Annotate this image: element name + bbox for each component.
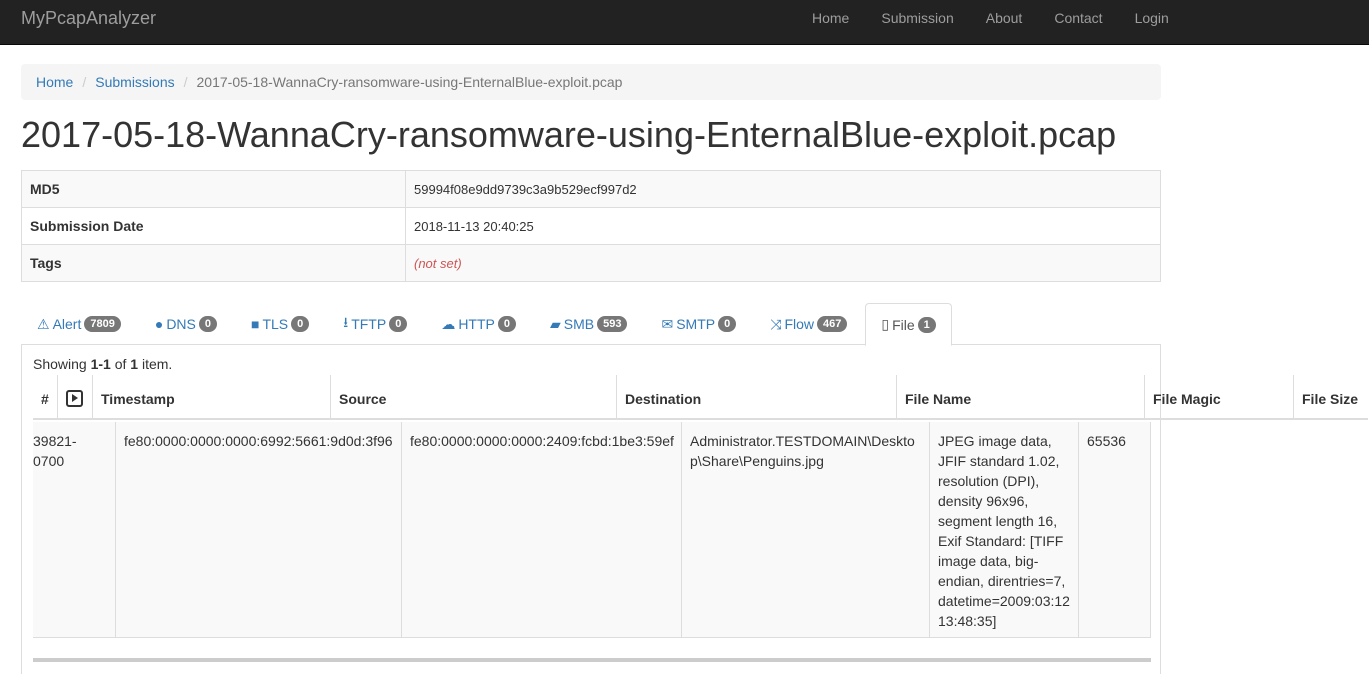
tab-label: Alert [52,316,82,332]
breadcrumb-current: 2017-05-18-WannaCry-ransomware-using-Ent… [196,74,623,90]
tab-label: SMTP [676,316,716,332]
grid-summary: Showing 1-1 of 1 item. [33,356,172,372]
tab-label: TLS [262,316,289,332]
download-icon: ⭳ [343,314,349,330]
count-badge: 0 [718,316,737,332]
navbar: MyPcapAnalyzer Home Submission About Con… [0,0,1369,45]
summary-of: of [110,356,131,372]
submission-date-value: 2018-11-13 20:40:25 [405,207,1161,245]
brand-link[interactable]: MyPcapAnalyzer [21,8,156,28]
nav-login[interactable]: Login [1119,0,1185,45]
table-row: 39821-0700 fe80:0000:0000:0000:6992:5661… [33,422,1151,638]
summary-total: 1 [130,356,139,372]
nav-home[interactable]: Home [796,0,865,45]
header-destination[interactable]: Destination [617,375,897,420]
tab-label: File [892,316,915,333]
count-badge: 1 [917,316,936,333]
header-file-name[interactable]: File Name [897,375,1145,420]
breadcrumb-separator: / [183,74,188,90]
count-badge: 467 [817,316,848,332]
breadcrumb-submissions[interactable]: Submissions [95,74,174,90]
nav-submission[interactable]: Submission [865,0,969,45]
cell-file-name: Administrator.TESTDOMAIN\Desktop\Share\P… [682,422,930,638]
tab-flow[interactable]: ⤨ Flow 467 [754,303,863,345]
nav-contact[interactable]: Contact [1038,0,1118,45]
breadcrumb-separator: / [82,74,87,90]
detail-row-tags: Tags (not set) [21,244,1161,282]
summary-suffix: item. [138,356,173,372]
warning-icon: ⚠ [37,315,50,332]
tab-label: Flow [784,316,814,332]
header-timestamp[interactable]: Timestamp [93,375,331,420]
tab-smtp[interactable]: ✉ SMTP 0 [645,303,752,345]
folder-open-icon: ▰ [550,315,561,332]
count-badge: 7809 [84,316,121,332]
breadcrumb-home[interactable]: Home [36,74,73,90]
tags-value: (not set) [405,244,1161,282]
tab-alert[interactable]: ⚠ Alert 7809 [21,303,137,345]
tab-bar: ⚠ Alert 7809 ● DNS 0 ■ TLS 0 ⭳ TFTP 0 ☁ … [21,303,1161,346]
detail-table: MD5 59994f08e9dd9739c3a9b529ecf997d2 Sub… [21,170,1161,282]
nav-about[interactable]: About [970,0,1039,45]
tab-dns[interactable]: ● DNS 0 [139,303,233,345]
tags-label: Tags [21,244,406,282]
count-badge: 0 [497,316,516,332]
count-badge: 593 [597,316,628,332]
horizontal-scrollbar[interactable] [33,658,1151,662]
file-icon: ▯ [881,316,890,332]
count-badge: 0 [389,316,408,332]
lock-icon: ■ [251,316,260,332]
envelope-icon: ✉ [661,315,674,332]
header-file-size[interactable]: File Size [1294,375,1368,420]
header-play[interactable] [58,375,93,420]
cell-source: fe80:0000:0000:0000:6992:5661:9d0d:3f96 [116,422,402,638]
cell-file-size: 65536 [1079,422,1151,638]
page-title: 2017-05-18-WannaCry-ransomware-using-Ent… [21,114,1117,155]
breadcrumb: Home / Submissions / 2017-05-18-WannaCry… [21,64,1161,100]
md5-value: 59994f08e9dd9739c3a9b529ecf997d2 [405,170,1161,208]
tab-label: HTTP [458,316,495,332]
header-number: # [33,375,58,420]
tags-not-set: (not set) [414,255,462,271]
tab-label: TFTP [351,316,387,332]
tab-label: DNS [166,316,196,332]
header-source[interactable]: Source [331,375,617,420]
detail-row-md5: MD5 59994f08e9dd9739c3a9b529ecf997d2 [21,170,1161,208]
detail-row-date: Submission Date 2018-11-13 20:40:25 [21,207,1161,245]
play-icon [66,390,83,407]
cell-timestamp: 39821-0700 [33,422,116,638]
summary-prefix: Showing [33,356,91,372]
file-grid-panel: Showing 1-1 of 1 item. # Timestamp Sourc… [21,344,1368,674]
shuffle-icon: ⤨ [770,315,782,332]
tab-smb[interactable]: ▰ SMB 593 [534,303,643,345]
submission-date-label: Submission Date [21,207,406,245]
tab-http[interactable]: ☁ HTTP 0 [425,303,532,345]
globe-icon: ● [154,316,164,332]
tab-tls[interactable]: ■ TLS 0 [235,303,325,345]
tab-label: SMB [563,316,595,332]
nav-menu: Home Submission About Contact Login [796,0,1185,45]
md5-label: MD5 [21,170,406,208]
grid-header: # Timestamp Source Destination File Name… [33,375,1368,420]
count-badge: 0 [198,316,217,332]
cell-file-magic: JPEG image data, JFIF standard 1.02, res… [930,422,1079,638]
cloud-download-icon: ☁ [441,315,456,332]
summary-range: 1-1 [90,356,111,372]
tab-file[interactable]: ▯ File 1 [865,303,952,346]
cell-destination: fe80:0000:0000:0000:2409:fcbd:1be3:59ef [402,422,682,638]
count-badge: 0 [291,316,310,332]
tab-tftp[interactable]: ⭳ TFTP 0 [327,303,423,345]
header-file-magic[interactable]: File Magic [1145,375,1294,420]
